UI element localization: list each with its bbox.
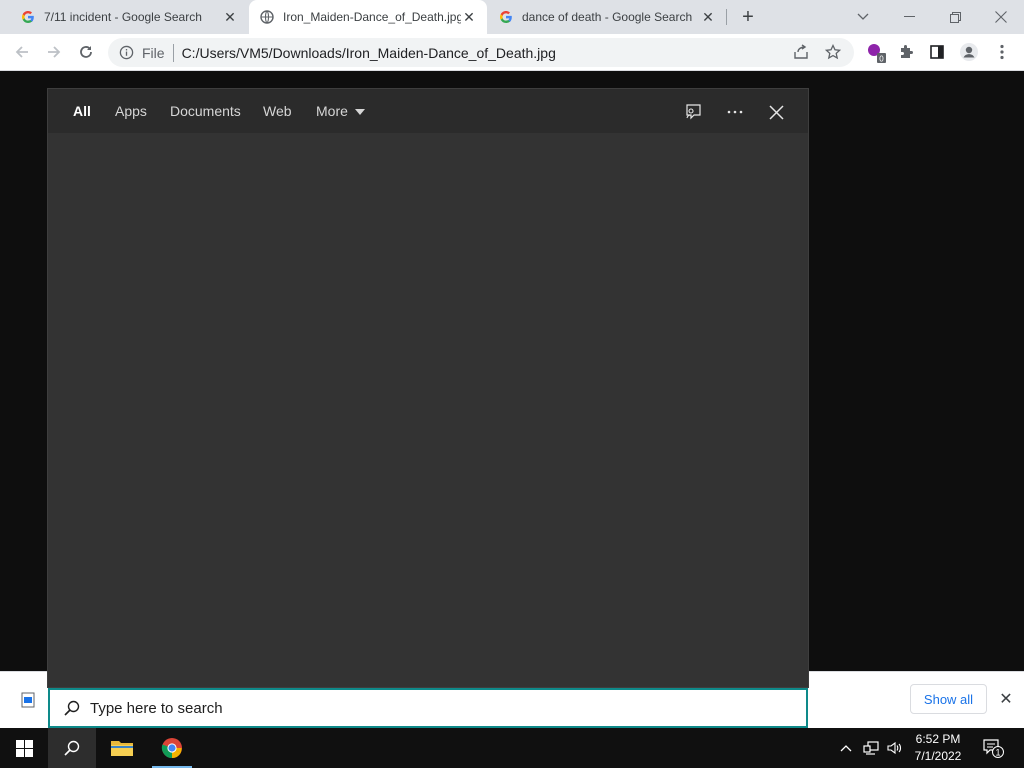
url-scheme-label: File bbox=[142, 44, 165, 61]
close-icon[interactable]: ✕ bbox=[996, 689, 1016, 709]
restore-icon[interactable] bbox=[932, 0, 978, 34]
browser-tab-3[interactable]: dance of death - Google Search ✕ bbox=[478, 0, 726, 34]
side-panel-icon[interactable] bbox=[924, 39, 950, 65]
chevron-down-icon bbox=[354, 108, 365, 115]
search-icon bbox=[64, 740, 80, 756]
windows-taskbar: 6:52 PM 7/1/2022 1 bbox=[0, 728, 1024, 768]
tab-title: Iron_Maiden-Dance_of_Death.jpg bbox=[283, 10, 461, 24]
windows-logo-icon bbox=[15, 739, 33, 757]
search-icon bbox=[62, 698, 82, 718]
folder-icon bbox=[111, 741, 133, 756]
globe-icon bbox=[259, 9, 275, 25]
info-icon[interactable] bbox=[118, 45, 134, 61]
network-icon[interactable] bbox=[860, 728, 882, 768]
tab-separator bbox=[726, 9, 727, 25]
share-icon[interactable] bbox=[788, 39, 814, 65]
feedback-icon[interactable] bbox=[682, 101, 704, 123]
more-options-icon[interactable] bbox=[724, 101, 746, 123]
browser-toolbar: File C:/Users/VM5/Downloads/Iron_Maiden-… bbox=[0, 34, 1024, 71]
browser-tab-2[interactable]: Iron_Maiden-Dance_of_Death.jpg ✕ bbox=[249, 0, 487, 34]
browser-tab-1[interactable]: 7/11 incident - Google Search ✕ bbox=[0, 0, 248, 34]
search-filter-bar: All Apps Documents Web More bbox=[48, 89, 808, 133]
close-icon[interactable] bbox=[765, 101, 787, 123]
show-all-button[interactable]: Show all bbox=[910, 684, 987, 714]
puzzle-extensions-icon[interactable] bbox=[893, 39, 919, 65]
chrome-icon bbox=[161, 738, 182, 759]
close-icon[interactable]: ✕ bbox=[461, 9, 477, 25]
tab-search-icon[interactable] bbox=[840, 0, 886, 34]
volume-icon[interactable] bbox=[884, 728, 906, 768]
extension-badge-icon[interactable]: 0 bbox=[862, 39, 888, 65]
new-tab-button[interactable]: + bbox=[736, 5, 760, 29]
chrome-taskbar-button[interactable] bbox=[148, 728, 196, 768]
omnibox-divider bbox=[172, 43, 174, 62]
windows-search-panel: All Apps Documents Web More bbox=[47, 88, 809, 688]
close-window-icon[interactable] bbox=[978, 0, 1024, 34]
url-text[interactable]: C:/Users/VM5/Downloads/Iron_Maiden-Dance… bbox=[182, 45, 556, 61]
notification-count: 1 bbox=[995, 748, 1000, 758]
file-explorer-button[interactable] bbox=[98, 728, 146, 768]
profile-avatar-icon[interactable] bbox=[956, 39, 982, 65]
back-arrow-icon[interactable] bbox=[9, 39, 35, 65]
search-tab-apps[interactable]: Apps bbox=[115, 89, 147, 133]
notification-center-icon[interactable]: 1 bbox=[978, 728, 1008, 768]
image-file-icon[interactable] bbox=[21, 692, 35, 708]
search-tab-web[interactable]: Web bbox=[263, 89, 292, 133]
close-icon[interactable]: ✕ bbox=[700, 9, 716, 25]
minimize-icon[interactable] bbox=[886, 0, 932, 34]
search-input[interactable]: Type here to search bbox=[90, 700, 223, 717]
clock-time: 6:52 PM bbox=[915, 732, 961, 746]
start-button[interactable] bbox=[0, 728, 48, 768]
tab-title: dance of death - Google Search bbox=[522, 10, 693, 24]
search-tab-more[interactable]: More bbox=[316, 89, 365, 133]
close-icon[interactable]: ✕ bbox=[222, 9, 238, 25]
forward-arrow-icon[interactable] bbox=[41, 39, 67, 65]
address-bar[interactable]: File C:/Users/VM5/Downloads/Iron_Maiden-… bbox=[108, 38, 854, 67]
reload-icon[interactable] bbox=[73, 39, 99, 65]
taskbar-search-button[interactable] bbox=[48, 728, 96, 768]
clock-date: 7/1/2022 bbox=[914, 749, 962, 763]
bookmark-star-icon[interactable] bbox=[820, 39, 846, 65]
search-tab-more-label: More bbox=[316, 103, 348, 119]
search-tab-all[interactable]: All bbox=[73, 89, 91, 133]
tab-strip: 7/11 incident - Google Search ✕ Iron_Mai… bbox=[0, 0, 1024, 34]
chevron-up-icon[interactable] bbox=[836, 728, 856, 768]
google-icon bbox=[498, 9, 514, 25]
kebab-menu-icon[interactable] bbox=[989, 39, 1015, 65]
extension-badge-count: 0 bbox=[879, 55, 884, 64]
tab-title: 7/11 incident - Google Search bbox=[44, 10, 202, 24]
search-tab-documents[interactable]: Documents bbox=[170, 89, 241, 133]
taskbar-search-box[interactable]: Type here to search bbox=[48, 688, 808, 728]
taskbar-clock[interactable]: 6:52 PM 7/1/2022 bbox=[906, 728, 970, 768]
google-icon bbox=[20, 9, 36, 25]
